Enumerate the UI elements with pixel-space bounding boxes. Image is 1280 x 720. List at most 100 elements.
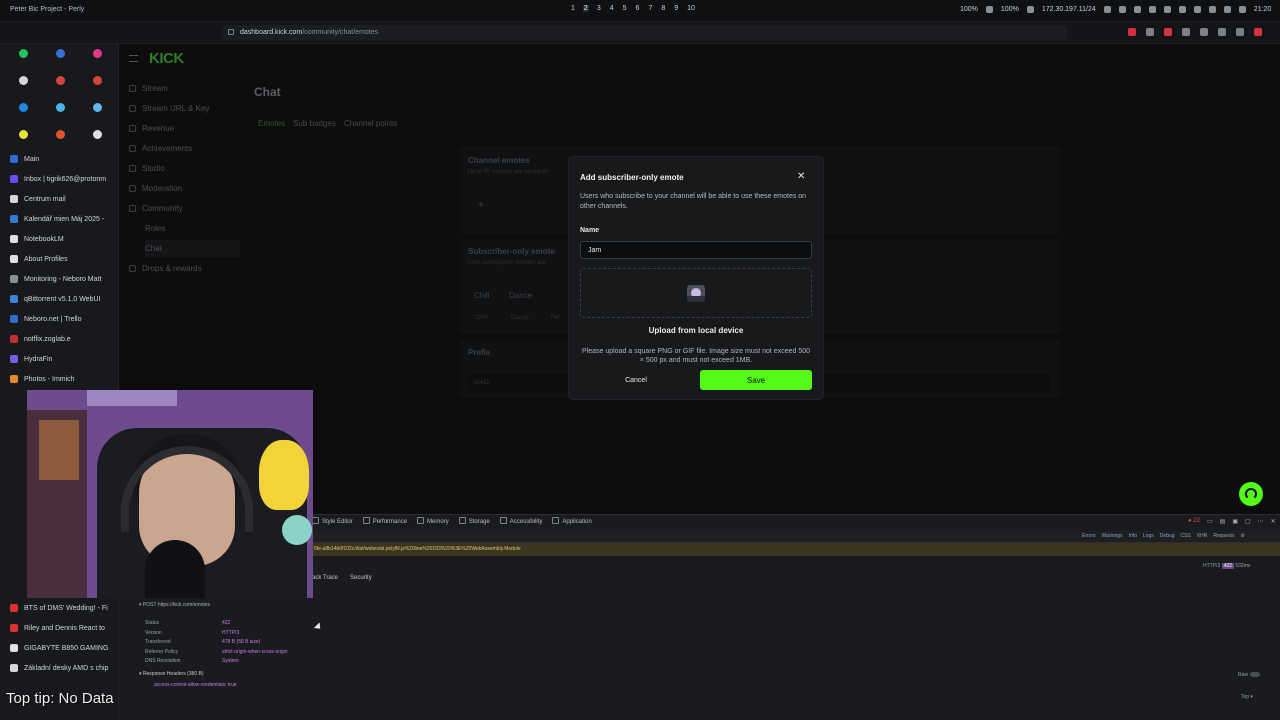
tab-style-editor[interactable]: Style Editor [312, 517, 353, 525]
help-chat-icon[interactable] [1239, 482, 1263, 506]
tray-app-icon[interactable] [1163, 6, 1171, 13]
github-icon[interactable] [84, 127, 110, 142]
nav-achievements[interactable]: Achievements [129, 144, 192, 153]
toggle-switch[interactable] [1250, 672, 1261, 677]
more-icon[interactable]: ⋯ [1258, 518, 1264, 525]
sidebar-tab[interactable]: HydraFin [0, 349, 119, 369]
raw-toggle[interactable]: Raw [1238, 672, 1261, 678]
sidebar-tab[interactable]: Centrum mail [0, 189, 119, 209]
extension-icon[interactable] [1182, 28, 1190, 36]
emote-name-input[interactable] [580, 241, 812, 259]
nav-chat[interactable]: Chat [145, 240, 240, 257]
chevron-down-icon[interactable]: ▾ [139, 602, 142, 608]
upload-from-device-button[interactable]: Upload from local device [580, 326, 812, 335]
tab-performance[interactable]: Performance [363, 517, 407, 525]
gmail-icon[interactable] [47, 73, 73, 88]
tray-app-icon[interactable] [1223, 6, 1231, 13]
close-icon[interactable]: ✕ [797, 171, 805, 182]
gmail-icon[interactable] [84, 73, 110, 88]
messenger-icon[interactable] [10, 100, 36, 115]
extension-icon[interactable] [1164, 28, 1172, 36]
address-bar[interactable]: dashboard.kick.com/community/chat/emotes [222, 25, 1067, 40]
gear-icon[interactable]: ⚙ [1240, 533, 1244, 539]
sidebar-tab[interactable]: qBittorrent v5.1.0 WebUI [0, 289, 119, 309]
yellow-app-icon[interactable] [10, 127, 36, 142]
extension-icon[interactable] [1128, 28, 1136, 36]
console-warning-row[interactable]: 5fe-a8b14b0f102c/dist/webexial.polyfill.… [312, 543, 1280, 556]
extension-icon[interactable] [1254, 28, 1262, 36]
tab-application[interactable]: Application [552, 517, 591, 525]
workspace-6[interactable]: 6 [635, 5, 641, 12]
nav-stream-url-key[interactable]: Stream URL & Key [129, 104, 209, 113]
menu-icon[interactable] [129, 55, 138, 62]
workspace-2[interactable]: 2 [582, 5, 589, 12]
sidebar-tab[interactable]: GIGABYTE B850 GAMING [0, 638, 119, 658]
extension-icon[interactable] [1146, 28, 1154, 36]
nav-community[interactable]: Community [129, 204, 182, 213]
tab-storage[interactable]: Storage [459, 517, 490, 525]
tab-sub-badges[interactable]: Sub badges [293, 119, 336, 128]
filter-xhr[interactable]: XHR [1197, 533, 1208, 539]
workspace-7[interactable]: 7 [647, 5, 653, 12]
tab-memory[interactable]: Memory [417, 517, 449, 525]
tray-app-icon[interactable] [1193, 6, 1201, 13]
sidebar-tab[interactable]: notflix.zoglab.e [0, 329, 119, 349]
tab-stack-trace[interactable]: ack Trace [312, 575, 338, 581]
workspace-5[interactable]: 5 [622, 5, 628, 12]
filter-logs[interactable]: Logs [1143, 533, 1154, 539]
workspace-switcher[interactable]: 1 2 3 4 5 6 7 8 9 10 [570, 5, 696, 12]
mail-icon[interactable] [47, 46, 73, 61]
cancel-button[interactable]: Cancel [600, 372, 672, 388]
filter-debug[interactable]: Debug [1160, 533, 1175, 539]
nav-revenue[interactable]: Revenue [129, 124, 174, 133]
tray-app-icon[interactable] [1103, 6, 1111, 13]
sidebar-tab[interactable]: Main [0, 149, 119, 169]
popout-icon[interactable]: ▢ [1245, 518, 1251, 525]
settings-icon[interactable]: ▣ [1232, 518, 1238, 525]
filter-errors[interactable]: Errors [1082, 533, 1096, 539]
sidebar-tab[interactable]: NotebookLM [0, 229, 119, 249]
sidebar-tab[interactable]: Monitoring - Neboro Matt [0, 269, 119, 289]
extension-icon[interactable] [1218, 28, 1226, 36]
instagram-icon[interactable] [84, 46, 110, 61]
sidebar-tab[interactable]: Kalendář mien Máj 2025 - [0, 209, 119, 229]
sidebar-tab[interactable]: Základní desky AMD s chip [0, 658, 119, 678]
tray-app-icon[interactable] [1238, 6, 1246, 13]
filter-requests[interactable]: Requests [1213, 533, 1234, 539]
tab-security[interactable]: Security [350, 575, 372, 581]
tray-app-icon[interactable] [1118, 6, 1126, 13]
sidebar-tab[interactable]: About Profiles [0, 249, 119, 269]
workspace-4[interactable]: 4 [609, 5, 615, 12]
response-headers-toggle[interactable]: ▾ Response Headers (380 B) [139, 671, 204, 677]
tray-app-icon[interactable] [1133, 6, 1141, 13]
split-icon[interactable]: ▤ [1220, 518, 1226, 525]
filter-css[interactable]: CSS [1180, 533, 1190, 539]
gitlab-icon[interactable] [47, 127, 73, 142]
sidebar-tab[interactable]: BTS of DMS' Wedding! - Fi [0, 598, 119, 618]
workspace-10[interactable]: 10 [686, 5, 696, 12]
drop-icon[interactable] [47, 100, 73, 115]
nav-roles[interactable]: Roles [145, 224, 165, 233]
workspace-3[interactable]: 3 [596, 5, 602, 12]
nav-drops-rewards[interactable]: Drops & rewards [129, 264, 202, 273]
extension-icon[interactable] [1236, 28, 1244, 36]
tray-app-icon[interactable] [1148, 6, 1156, 13]
top-button[interactable]: Top ▾ [1241, 694, 1253, 700]
save-button[interactable]: Save [700, 370, 812, 390]
filter-info[interactable]: Info [1129, 533, 1137, 539]
sidebar-tab[interactable]: Inbox | tigrik626@protonm [0, 169, 119, 189]
tab-channel-points[interactable]: Channel points [344, 119, 397, 128]
nav-stream[interactable]: Stream [129, 84, 168, 93]
add-emote-plus-icon[interactable]: + [478, 200, 484, 211]
workspace-1[interactable]: 1 [570, 5, 576, 12]
workspace-9[interactable]: 9 [673, 5, 679, 12]
tray-app-icon[interactable] [1178, 6, 1186, 13]
dock-icon[interactable]: ▭ [1207, 518, 1213, 525]
filter-warnings[interactable]: Warnings [1102, 533, 1123, 539]
sidebar-tab[interactable]: Riley and Dennis React to [0, 618, 119, 638]
close-icon[interactable]: ✕ [1271, 518, 1276, 525]
x-icon[interactable] [10, 73, 36, 88]
green-app-icon[interactable] [10, 46, 36, 61]
nav-moderation[interactable]: Moderation [129, 184, 182, 193]
docs-icon[interactable] [84, 100, 110, 115]
